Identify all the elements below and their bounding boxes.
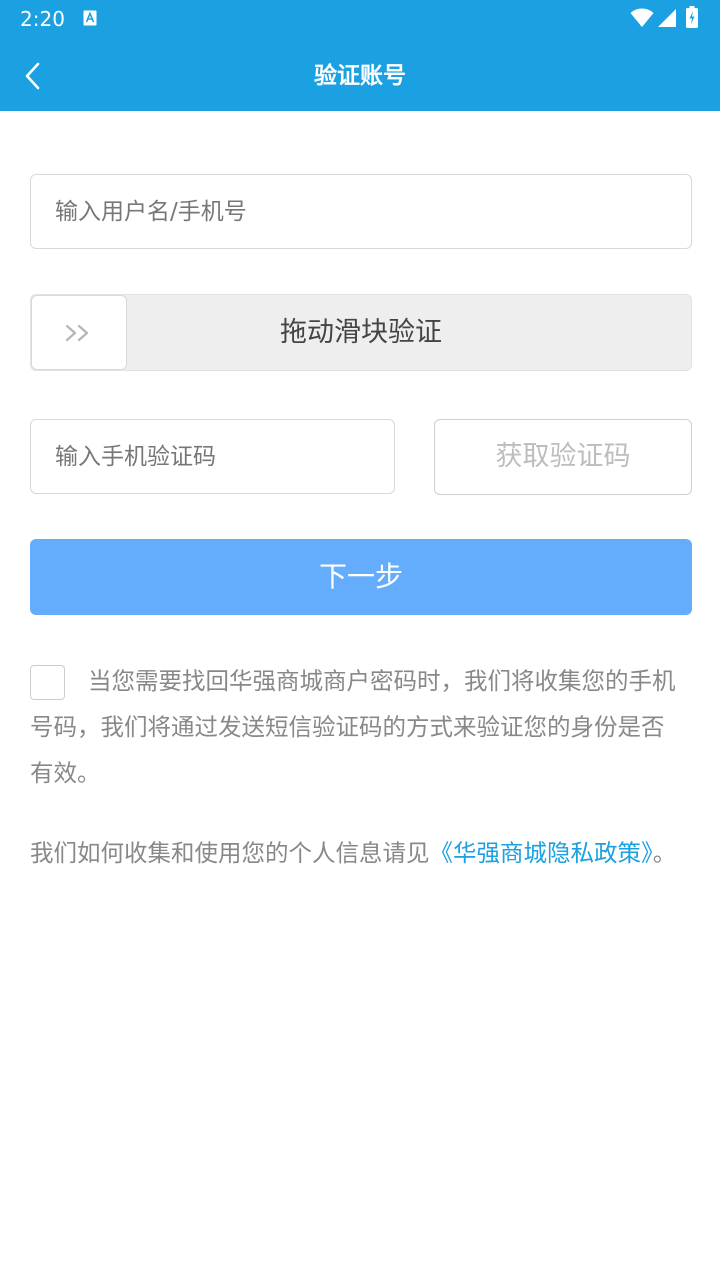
page-title: 验证账号 <box>314 63 406 89</box>
a-notification-icon <box>83 10 97 26</box>
username-input[interactable] <box>31 175 691 248</box>
consent-text: 当您需要找回华强商城商户密码时，我们将收集您的手机号码，我们将通过发送短信验证码… <box>30 667 676 787</box>
status-bar: 2:20 <box>0 0 720 36</box>
wifi-icon <box>630 8 654 27</box>
slider-label: 拖动滑块验证 <box>280 317 442 348</box>
slider-handle[interactable] <box>31 295 127 370</box>
signal-icon <box>658 9 676 27</box>
username-field-container <box>30 174 692 249</box>
app-bar: 2:20 验证账号 <box>0 0 720 111</box>
policy-suffix: 。 <box>652 839 677 867</box>
slider-verification[interactable]: 拖动滑块验证 <box>30 294 692 371</box>
status-time: 2:20 <box>20 7 65 31</box>
policy-prefix: 我们如何收集和使用您的个人信息请见 <box>30 839 430 867</box>
policy-line: 我们如何收集和使用您的个人信息请见《华强商城隐私政策》。 <box>30 830 680 876</box>
get-code-button[interactable]: 获取验证码 <box>434 419 692 495</box>
agree-checkbox[interactable] <box>30 665 65 700</box>
next-button[interactable]: 下一步 <box>30 539 692 615</box>
sms-code-field-container <box>30 419 395 494</box>
sms-code-input[interactable] <box>31 420 394 493</box>
double-chevron-right-icon <box>65 324 89 341</box>
battery-icon <box>686 6 698 28</box>
privacy-policy-link[interactable]: 《华强商城隐私政策》 <box>430 839 653 867</box>
